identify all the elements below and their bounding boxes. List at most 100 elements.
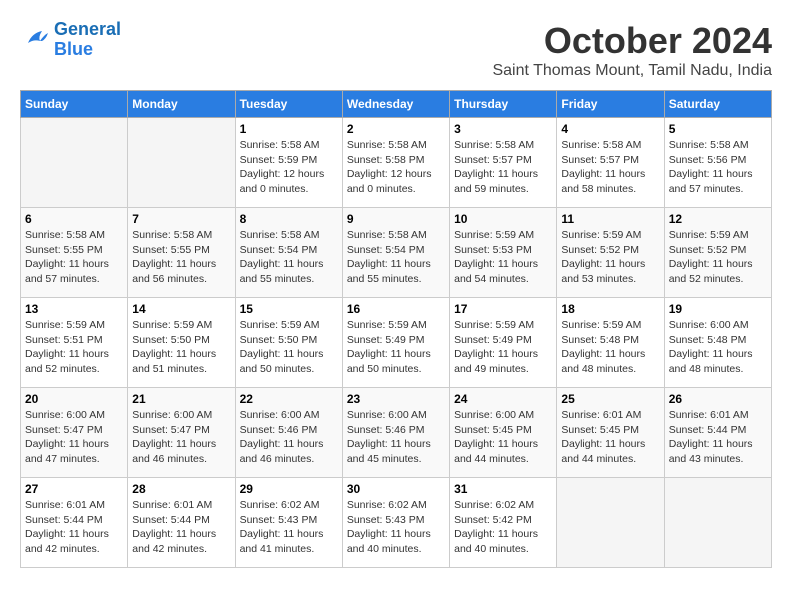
day-number: 9 — [347, 212, 445, 226]
day-info: Sunrise: 5:59 AMSunset: 5:52 PMDaylight:… — [561, 228, 659, 287]
header-row: SundayMondayTuesdayWednesdayThursdayFrid… — [21, 91, 772, 118]
day-info: Sunrise: 6:00 AMSunset: 5:48 PMDaylight:… — [669, 318, 767, 377]
week-row-3: 13 Sunrise: 5:59 AMSunset: 5:51 PMDayligh… — [21, 298, 772, 388]
day-info: Sunrise: 5:58 AMSunset: 5:58 PMDaylight:… — [347, 138, 445, 197]
day-info: Sunrise: 6:00 AMSunset: 5:46 PMDaylight:… — [240, 408, 338, 467]
day-number: 29 — [240, 482, 338, 496]
day-number: 18 — [561, 302, 659, 316]
day-number: 5 — [669, 122, 767, 136]
day-info: Sunrise: 5:58 AMSunset: 5:59 PMDaylight:… — [240, 138, 338, 197]
day-number: 23 — [347, 392, 445, 406]
day-number: 20 — [25, 392, 123, 406]
day-number: 27 — [25, 482, 123, 496]
day-cell: 26Sunrise: 6:01 AMSunset: 5:44 PMDayligh… — [664, 388, 771, 478]
day-number: 24 — [454, 392, 552, 406]
day-number: 7 — [132, 212, 230, 226]
day-cell: 13 Sunrise: 5:59 AMSunset: 5:51 PMDayligh… — [21, 298, 128, 388]
day-info: Sunrise: 6:01 AMSunset: 5:44 PMDaylight:… — [132, 498, 230, 557]
day-info: Sunrise: 5:58 AMSunset: 5:57 PMDaylight:… — [454, 138, 552, 197]
day-info: Sunrise: 6:01 AMSunset: 5:44 PMDaylight:… — [669, 408, 767, 467]
logo-blue: Blue — [54, 40, 121, 60]
day-number: 22 — [240, 392, 338, 406]
day-number: 25 — [561, 392, 659, 406]
day-cell: 18 Sunrise: 5:59 AMSunset: 5:48 PMDayligh… — [557, 298, 664, 388]
day-cell: 8 Sunrise: 5:58 AMSunset: 5:54 PMDaylight… — [235, 208, 342, 298]
day-info: Sunrise: 6:00 AMSunset: 5:47 PMDaylight:… — [25, 408, 123, 467]
col-header-saturday: Saturday — [664, 91, 771, 118]
day-number: 4 — [561, 122, 659, 136]
day-cell: 5 Sunrise: 5:58 AMSunset: 5:56 PMDaylight… — [664, 118, 771, 208]
day-cell: 23Sunrise: 6:00 AMSunset: 5:46 PMDayligh… — [342, 388, 449, 478]
day-cell: 12Sunrise: 5:59 AMSunset: 5:52 PMDayligh… — [664, 208, 771, 298]
day-number: 11 — [561, 212, 659, 226]
day-number: 17 — [454, 302, 552, 316]
day-cell — [21, 118, 128, 208]
col-header-friday: Friday — [557, 91, 664, 118]
logo-bird-icon — [20, 25, 50, 55]
day-number: 8 — [240, 212, 338, 226]
logo-text: General Blue — [54, 20, 121, 60]
col-header-thursday: Thursday — [450, 91, 557, 118]
day-cell: 9 Sunrise: 5:58 AMSunset: 5:54 PMDaylight… — [342, 208, 449, 298]
day-cell: 21 Sunrise: 6:00 AMSunset: 5:47 PMDayligh… — [128, 388, 235, 478]
day-number: 21 — [132, 392, 230, 406]
day-cell: 19 Sunrise: 6:00 AMSunset: 5:48 PMDayligh… — [664, 298, 771, 388]
day-cell: 6 Sunrise: 5:58 AMSunset: 5:55 PMDaylight… — [21, 208, 128, 298]
calendar-table: SundayMondayTuesdayWednesdayThursdayFrid… — [20, 90, 772, 568]
week-row-2: 6 Sunrise: 5:58 AMSunset: 5:55 PMDaylight… — [21, 208, 772, 298]
day-info: Sunrise: 5:59 AMSunset: 5:50 PMDaylight:… — [240, 318, 338, 377]
day-info: Sunrise: 5:58 AMSunset: 5:55 PMDaylight:… — [132, 228, 230, 287]
day-cell: 7 Sunrise: 5:58 AMSunset: 5:55 PMDaylight… — [128, 208, 235, 298]
day-number: 12 — [669, 212, 767, 226]
day-cell — [664, 478, 771, 568]
month-title: October 2024 — [492, 20, 772, 62]
col-header-monday: Monday — [128, 91, 235, 118]
day-cell: 22 Sunrise: 6:00 AMSunset: 5:46 PMDayligh… — [235, 388, 342, 478]
day-info: Sunrise: 5:59 AMSunset: 5:50 PMDaylight:… — [132, 318, 230, 377]
day-number: 19 — [669, 302, 767, 316]
col-header-sunday: Sunday — [21, 91, 128, 118]
day-number: 3 — [454, 122, 552, 136]
day-info: Sunrise: 5:58 AMSunset: 5:56 PMDaylight:… — [669, 138, 767, 197]
day-number: 31 — [454, 482, 552, 496]
day-number: 1 — [240, 122, 338, 136]
day-cell — [557, 478, 664, 568]
day-cell: 2 Sunrise: 5:58 AMSunset: 5:58 PMDaylight… — [342, 118, 449, 208]
day-cell: 25 Sunrise: 6:01 AMSunset: 5:45 PMDayligh… — [557, 388, 664, 478]
day-info: Sunrise: 5:59 AMSunset: 5:48 PMDaylight:… — [561, 318, 659, 377]
day-number: 15 — [240, 302, 338, 316]
day-info: Sunrise: 5:59 AMSunset: 5:49 PMDaylight:… — [347, 318, 445, 377]
day-info: Sunrise: 6:00 AMSunset: 5:45 PMDaylight:… — [454, 408, 552, 467]
day-number: 2 — [347, 122, 445, 136]
day-number: 13 — [25, 302, 123, 316]
col-header-wednesday: Wednesday — [342, 91, 449, 118]
week-row-4: 20 Sunrise: 6:00 AMSunset: 5:47 PMDayligh… — [21, 388, 772, 478]
day-info: Sunrise: 6:01 AMSunset: 5:45 PMDaylight:… — [561, 408, 659, 467]
day-cell: 17Sunrise: 5:59 AMSunset: 5:49 PMDayligh… — [450, 298, 557, 388]
day-info: Sunrise: 5:58 AMSunset: 5:55 PMDaylight:… — [25, 228, 123, 287]
day-cell: 16 Sunrise: 5:59 AMSunset: 5:49 PMDayligh… — [342, 298, 449, 388]
week-row-1: 1 Sunrise: 5:58 AMSunset: 5:59 PMDaylight… — [21, 118, 772, 208]
day-number: 16 — [347, 302, 445, 316]
day-number: 30 — [347, 482, 445, 496]
day-info: Sunrise: 5:58 AMSunset: 5:54 PMDaylight:… — [240, 228, 338, 287]
day-info: Sunrise: 5:59 AMSunset: 5:51 PMDaylight:… — [25, 318, 123, 377]
logo-general: General — [54, 19, 121, 39]
col-header-tuesday: Tuesday — [235, 91, 342, 118]
day-info: Sunrise: 5:58 AMSunset: 5:54 PMDaylight:… — [347, 228, 445, 287]
day-number: 6 — [25, 212, 123, 226]
day-info: Sunrise: 6:02 AMSunset: 5:42 PMDaylight:… — [454, 498, 552, 557]
title-block: October 2024 Saint Thomas Mount, Tamil N… — [492, 20, 772, 80]
day-cell: 4 Sunrise: 5:58 AMSunset: 5:57 PMDaylight… — [557, 118, 664, 208]
location-subtitle: Saint Thomas Mount, Tamil Nadu, India — [492, 62, 772, 80]
page-header: General Blue October 2024 Saint Thomas M… — [20, 20, 772, 80]
day-cell: 30Sunrise: 6:02 AMSunset: 5:43 PMDayligh… — [342, 478, 449, 568]
day-cell: 14 Sunrise: 5:59 AMSunset: 5:50 PMDayligh… — [128, 298, 235, 388]
day-info: Sunrise: 5:58 AMSunset: 5:57 PMDaylight:… — [561, 138, 659, 197]
day-info: Sunrise: 6:00 AMSunset: 5:47 PMDaylight:… — [132, 408, 230, 467]
day-number: 14 — [132, 302, 230, 316]
day-cell: 24 Sunrise: 6:00 AMSunset: 5:45 PMDayligh… — [450, 388, 557, 478]
day-cell: 20 Sunrise: 6:00 AMSunset: 5:47 PMDayligh… — [21, 388, 128, 478]
logo: General Blue — [20, 20, 121, 60]
day-cell: 31 Sunrise: 6:02 AMSunset: 5:42 PMDayligh… — [450, 478, 557, 568]
